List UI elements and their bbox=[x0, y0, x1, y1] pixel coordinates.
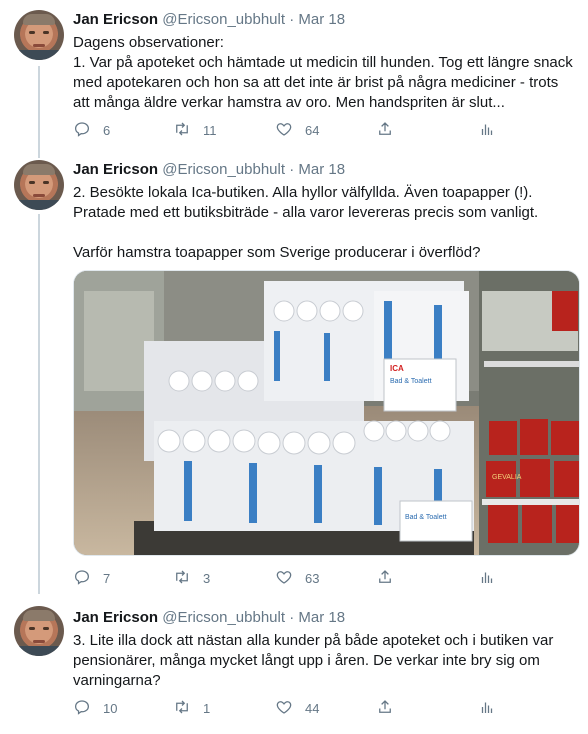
tweet-photo[interactable]: GEVALIA ICA Bad & Toalett Bad & Toalett bbox=[73, 270, 580, 556]
author-handle[interactable]: @Ericson_ubbhult bbox=[162, 161, 285, 178]
tweet-text: Dagens observationer: 1. Var på apoteket… bbox=[73, 33, 578, 113]
like-button[interactable]: 63 bbox=[275, 568, 319, 588]
tweet-date[interactable]: Mar 18 bbox=[298, 161, 345, 178]
share-button[interactable] bbox=[376, 698, 394, 718]
avatar[interactable] bbox=[14, 160, 64, 210]
tweet-text-line: Dagens observationer: bbox=[73, 34, 224, 51]
tweet-actions: 7 3 63 bbox=[73, 568, 578, 588]
avatar[interactable] bbox=[14, 10, 64, 60]
share-button[interactable] bbox=[376, 568, 394, 588]
reply-button[interactable]: 10 bbox=[73, 698, 117, 718]
retweet-count: 3 bbox=[203, 570, 211, 586]
tweet[interactable]: Jan Ericson @Ericson_ubbhult · Mar 18 3.… bbox=[0, 598, 588, 734]
tweet-text-line: 3. Lite illa dock att nästan alla kunder… bbox=[73, 632, 554, 689]
like-icon bbox=[275, 568, 293, 589]
tweet-actions: 10 1 44 bbox=[73, 698, 578, 718]
tweet[interactable]: Jan Ericson @Ericson_ubbhult · Mar 18 2.… bbox=[0, 150, 588, 598]
author-name[interactable]: Jan Ericson bbox=[73, 161, 158, 178]
share-button[interactable] bbox=[376, 120, 394, 140]
analytics-icon bbox=[478, 120, 496, 141]
share-icon bbox=[376, 698, 394, 719]
retweet-icon bbox=[173, 120, 191, 141]
tweet-text: 2. Besökte lokala Ica-butiken. Alla hyll… bbox=[73, 183, 578, 263]
like-count: 44 bbox=[305, 700, 320, 716]
tweet-text-line: 2. Besökte lokala Ica-butiken. Alla hyll… bbox=[73, 184, 539, 221]
like-icon bbox=[275, 698, 293, 719]
reply-button[interactable]: 7 bbox=[73, 568, 110, 588]
analytics-icon bbox=[478, 568, 496, 589]
reply-count: 10 bbox=[103, 700, 118, 716]
like-button[interactable]: 64 bbox=[275, 120, 319, 140]
separator: · bbox=[289, 11, 295, 28]
separator: · bbox=[289, 609, 295, 626]
tweet[interactable]: Jan Ericson @Ericson_ubbhult · Mar 18 Da… bbox=[0, 0, 588, 150]
retweet-button[interactable]: 11 bbox=[173, 120, 217, 140]
author-handle[interactable]: @Ericson_ubbhult bbox=[162, 609, 285, 626]
like-count: 64 bbox=[305, 122, 320, 138]
photo-label-product: Bad & Toalett bbox=[390, 378, 432, 385]
like-button[interactable]: 44 bbox=[275, 698, 319, 718]
tweet-header: Jan Ericson @Ericson_ubbhult · Mar 18 bbox=[73, 10, 345, 30]
reply-count: 6 bbox=[103, 122, 111, 138]
photo-label-product-2: Bad & Toalett bbox=[405, 514, 447, 521]
tweet-date[interactable]: Mar 18 bbox=[298, 11, 345, 28]
retweet-button[interactable]: 1 bbox=[173, 698, 210, 718]
retweet-icon bbox=[173, 698, 191, 719]
reply-icon bbox=[73, 568, 91, 589]
photo-label-brand-coffee: GEVALIA bbox=[492, 474, 522, 481]
reply-icon bbox=[73, 698, 91, 719]
retweet-count: 1 bbox=[203, 700, 211, 716]
share-icon bbox=[376, 120, 394, 141]
retweet-button[interactable]: 3 bbox=[173, 568, 210, 588]
analytics-button[interactable] bbox=[478, 120, 496, 140]
author-name[interactable]: Jan Ericson bbox=[73, 11, 158, 28]
retweet-count: 11 bbox=[203, 122, 217, 138]
tweet-header: Jan Ericson @Ericson_ubbhult · Mar 18 bbox=[73, 608, 345, 628]
analytics-icon bbox=[478, 698, 496, 719]
photo-toilet-paper-display: GEVALIA ICA Bad & Toalett Bad & Toalett bbox=[74, 271, 579, 555]
tweet-text-line: 1. Var på apoteket och hämtade ut medici… bbox=[73, 54, 573, 111]
tweet-text-line: Varför hamstra toapapper som Sverige pro… bbox=[73, 244, 481, 261]
tweet-header: Jan Ericson @Ericson_ubbhult · Mar 18 bbox=[73, 160, 345, 180]
tweet-text: 3. Lite illa dock att nästan alla kunder… bbox=[73, 631, 578, 691]
share-icon bbox=[376, 568, 394, 589]
reply-button[interactable]: 6 bbox=[73, 120, 110, 140]
author-handle[interactable]: @Ericson_ubbhult bbox=[162, 11, 285, 28]
tweet-actions: 6 11 64 bbox=[73, 120, 578, 140]
tweet-date[interactable]: Mar 18 bbox=[298, 609, 345, 626]
like-icon bbox=[275, 120, 293, 141]
reply-icon bbox=[73, 120, 91, 141]
retweet-icon bbox=[173, 568, 191, 589]
photo-label-brand: ICA bbox=[390, 364, 404, 373]
analytics-button[interactable] bbox=[478, 568, 496, 588]
analytics-button[interactable] bbox=[478, 698, 496, 718]
avatar[interactable] bbox=[14, 606, 64, 656]
separator: · bbox=[289, 161, 295, 178]
reply-count: 7 bbox=[103, 570, 111, 586]
like-count: 63 bbox=[305, 570, 320, 586]
author-name[interactable]: Jan Ericson bbox=[73, 609, 158, 626]
